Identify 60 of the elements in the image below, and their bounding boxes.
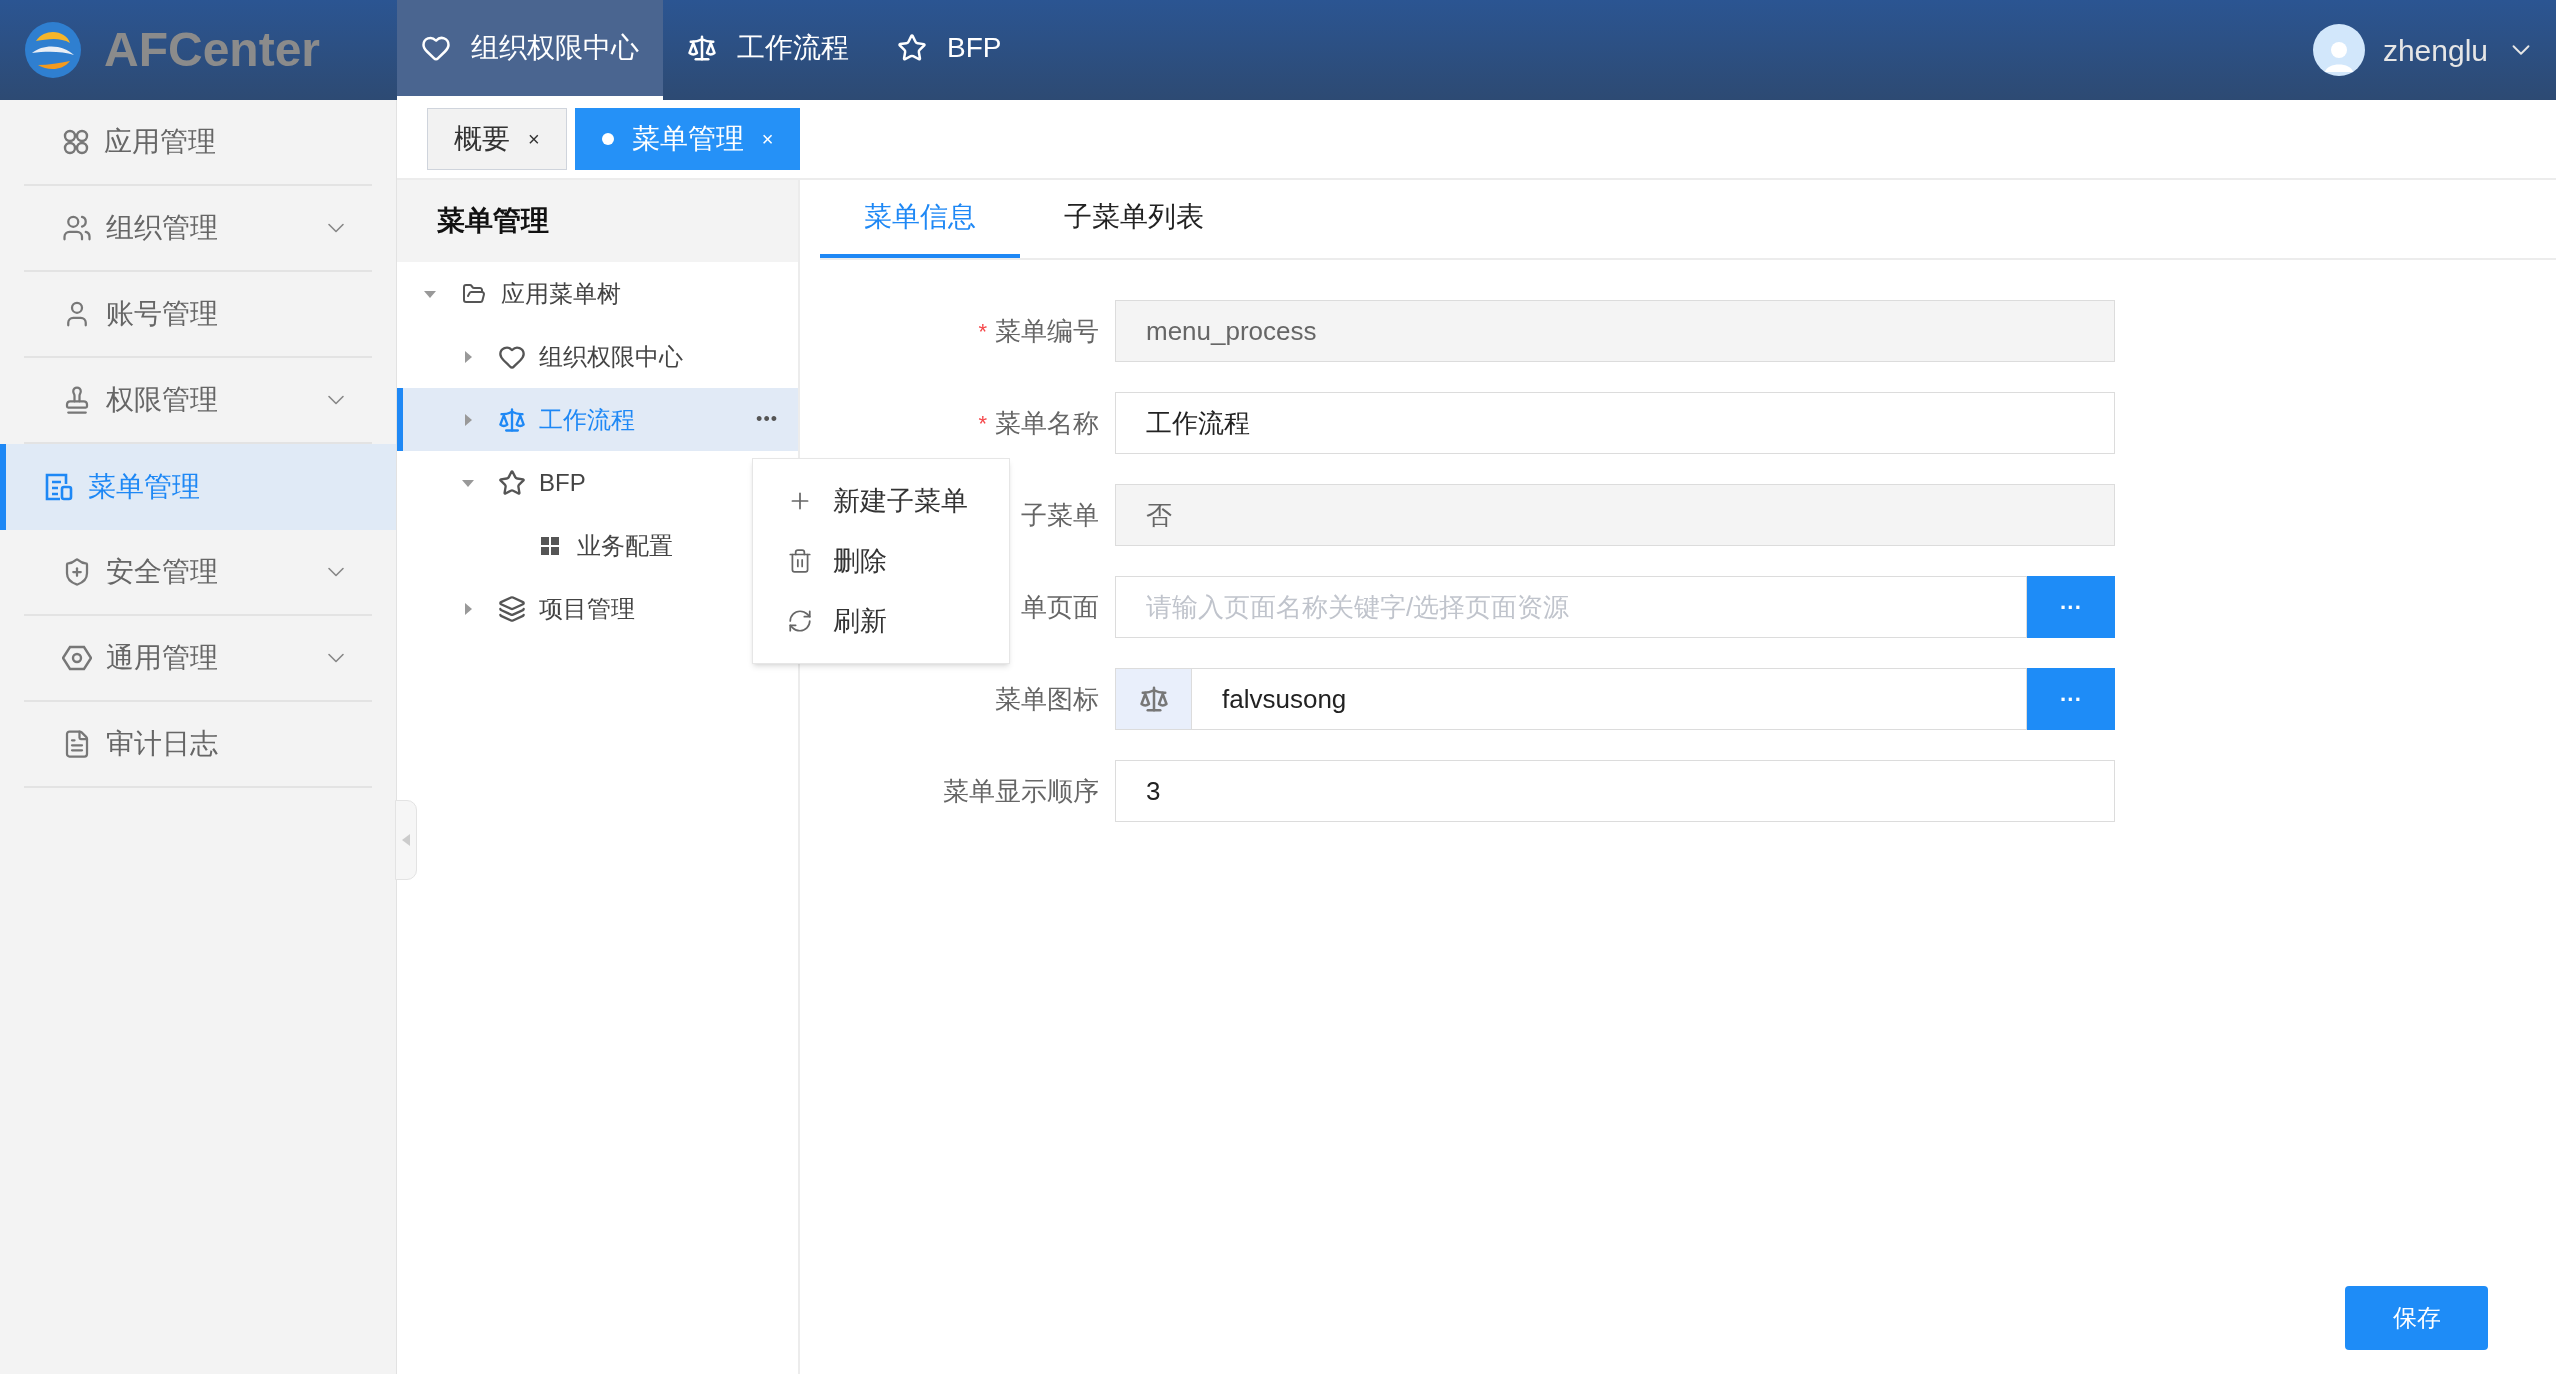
close-icon[interactable]: × [761, 124, 774, 154]
grid-icon [540, 535, 560, 556]
field-label: 菜单名称 [995, 406, 1099, 440]
user-name[interactable]: zhenglu [2382, 27, 2488, 73]
tree-label: 业务配置 [577, 530, 673, 561]
hexagon-icon [62, 643, 92, 673]
sidebar-item[interactable]: 账号管理 [24, 272, 372, 358]
field-label: 菜单编号 [995, 314, 1099, 348]
tree-label: 项目管理 [539, 593, 635, 624]
tree-node[interactable]: 应用菜单树 [397, 262, 798, 325]
required-mark: * [978, 409, 987, 438]
text-field[interactable]: 3 [1115, 760, 2115, 822]
tree-label: 工作流程 [539, 404, 635, 435]
sidebar-item[interactable]: 通用管理 [24, 616, 372, 702]
text-field[interactable]: 工作流程 [1115, 392, 2115, 454]
field-label: 单页面 [1021, 590, 1099, 624]
save-button[interactable]: 保存 [2345, 1286, 2488, 1350]
field-label: 菜单显示顺序 [943, 774, 1099, 808]
scale-icon [687, 33, 717, 63]
grid-icon [62, 128, 90, 156]
tree-header: 菜单管理 [397, 180, 798, 262]
page-tab[interactable]: 菜单管理 × [574, 108, 801, 170]
tree-node[interactable]: 组织权限中心 [397, 325, 798, 388]
folder-icon [462, 281, 486, 306]
field-label: 菜单图标 [995, 682, 1099, 716]
sidebar-item[interactable]: 应用管理 [24, 100, 372, 186]
page-tab[interactable]: 概要 × [427, 108, 567, 170]
browse-button[interactable]: ··· [2027, 668, 2115, 730]
document-icon [44, 472, 74, 502]
page-field[interactable]: 请输入页面名称关键字/选择页面资源 [1115, 576, 2027, 638]
tree-label: 应用菜单树 [501, 278, 621, 309]
trash-icon [787, 548, 813, 574]
form-tab[interactable]: 菜单信息 [820, 180, 1020, 258]
logo-icon [24, 21, 82, 79]
scale-icon [1138, 684, 1169, 714]
sidebar-item[interactable]: 审计日志 [24, 702, 372, 788]
icon-field[interactable]: falvsusong [1191, 668, 2027, 730]
people-icon [62, 213, 92, 243]
browse-button[interactable]: ··· [2027, 576, 2115, 638]
form-tab[interactable]: 子菜单列表 [1020, 180, 1248, 258]
scale-icon [498, 405, 526, 434]
tree-label: 组织权限中心 [539, 341, 683, 372]
collapse-handle[interactable] [395, 800, 417, 880]
nav-tab[interactable]: 工作流程 [663, 0, 873, 100]
field-label: 子菜单 [1021, 498, 1099, 532]
sidebar-item[interactable]: 组织管理 [24, 186, 372, 272]
tree-node[interactable]: 工作流程 ••• [397, 388, 798, 451]
required-mark: * [978, 317, 987, 346]
sidebar-item[interactable]: 安全管理 [24, 530, 372, 616]
nav-tab[interactable]: 组织权限中心 [397, 0, 663, 100]
tree-label: BFP [539, 467, 586, 498]
star-icon [498, 468, 526, 497]
star-icon [897, 33, 927, 63]
avatar-icon[interactable] [2312, 24, 2365, 76]
close-icon[interactable]: × [528, 124, 540, 154]
nav-tab[interactable]: BFP [873, 0, 1026, 100]
layers-icon [498, 594, 526, 623]
more-icon[interactable]: ••• [756, 406, 778, 433]
refresh-icon [787, 608, 813, 634]
app-logo-text: AFCenter [104, 22, 321, 78]
